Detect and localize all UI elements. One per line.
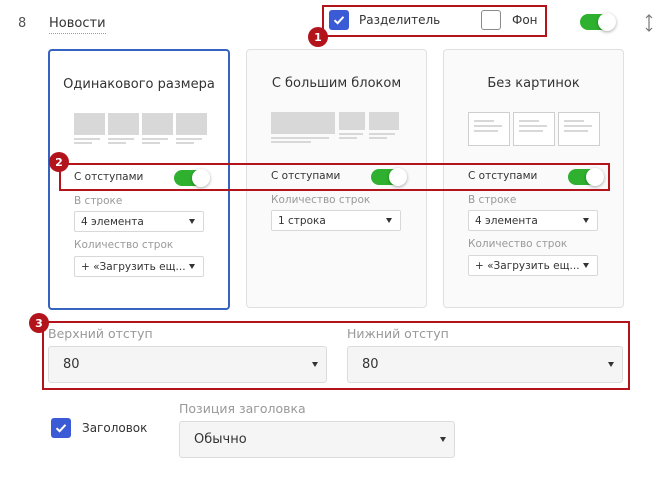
caret-down-icon	[583, 262, 589, 268]
thumb-line	[74, 142, 92, 144]
annotation-box-1	[322, 5, 547, 37]
annotation-badge-1: 1	[308, 27, 328, 47]
thumb-line	[519, 120, 539, 122]
heading-position-label: Позиция заголовка	[179, 401, 306, 416]
thumb-text-card	[558, 112, 600, 146]
per-row-value: 4 элемента	[475, 214, 538, 227]
section-enabled-toggle[interactable]	[580, 13, 616, 31]
caret-down-icon	[440, 436, 446, 442]
thumb-line	[564, 120, 584, 122]
rows-select[interactable]: + «Загрузить ещ...	[468, 255, 598, 276]
thumb-line	[564, 130, 588, 132]
vertical-resize-icon[interactable]	[644, 13, 654, 33]
thumb-block	[142, 113, 173, 135]
thumb-block	[369, 112, 399, 130]
thumb-block	[176, 113, 207, 135]
rows-select[interactable]: 1 строка	[271, 210, 401, 231]
thumb-line	[519, 125, 547, 127]
thumb-line	[474, 130, 498, 132]
caret-down-icon	[583, 217, 589, 223]
per-row-label: В строке	[468, 194, 517, 206]
section-number: 8	[18, 16, 27, 31]
toggle-knob	[598, 13, 616, 31]
per-row-select[interactable]: 4 элемента	[74, 211, 204, 232]
section-title[interactable]: Новости	[49, 16, 106, 34]
caret-down-icon	[189, 263, 195, 269]
thumb-line	[519, 130, 543, 132]
thumb-line	[339, 133, 363, 135]
heading-label: Заголовок	[82, 421, 148, 435]
thumb-line	[369, 133, 395, 135]
rows-value: + «Загрузить ещ...	[475, 259, 580, 272]
thumb-line	[339, 137, 357, 139]
rows-label: Количество строк	[468, 238, 568, 250]
thumb-line	[369, 137, 387, 139]
per-row-value: 4 элемента	[81, 215, 144, 228]
card-title: С большим блоком	[271, 76, 402, 91]
thumb-line	[108, 142, 126, 144]
annotation-box-3	[42, 321, 630, 390]
thumb-line	[142, 138, 168, 140]
rows-value: + «Загрузить ещ...	[81, 260, 186, 273]
thumb-line	[474, 125, 502, 127]
per-row-select[interactable]: 4 элемента	[468, 210, 598, 231]
thumb-line	[142, 142, 160, 144]
annotation-badge-2: 2	[49, 152, 69, 172]
rows-value: 1 строка	[278, 214, 326, 227]
thumb-big-block	[271, 112, 335, 134]
caret-down-icon	[189, 218, 195, 224]
rows-label: Количество строк	[74, 239, 174, 251]
per-row-label: В строке	[74, 195, 123, 207]
heading-position-select[interactable]: Обычно	[179, 421, 455, 458]
annotation-badge-3: 3	[29, 313, 49, 333]
thumb-line	[176, 142, 194, 144]
thumb-line	[271, 137, 329, 139]
thumb-line	[474, 120, 494, 122]
thumb-line	[74, 138, 100, 140]
thumb-block	[339, 112, 365, 130]
thumb-text-card	[468, 112, 510, 146]
thumb-line	[108, 138, 134, 140]
thumb-line	[564, 125, 592, 127]
caret-down-icon	[386, 217, 392, 223]
thumb-text-card	[513, 112, 555, 146]
thumb-block	[108, 113, 139, 135]
rows-select[interactable]: + «Загрузить ещ...	[74, 256, 204, 277]
annotation-box-2	[59, 163, 610, 191]
rows-label: Количество строк	[271, 194, 371, 206]
card-title: Без картинок	[487, 76, 580, 91]
checkmark-icon	[55, 424, 67, 433]
thumb-block	[74, 113, 105, 135]
thumb-line	[271, 141, 311, 143]
thumb-line	[176, 138, 202, 140]
card-title: Одинакового размера	[63, 77, 215, 92]
heading-position-value: Обычно	[194, 432, 247, 447]
heading-checkbox[interactable]	[51, 418, 71, 438]
